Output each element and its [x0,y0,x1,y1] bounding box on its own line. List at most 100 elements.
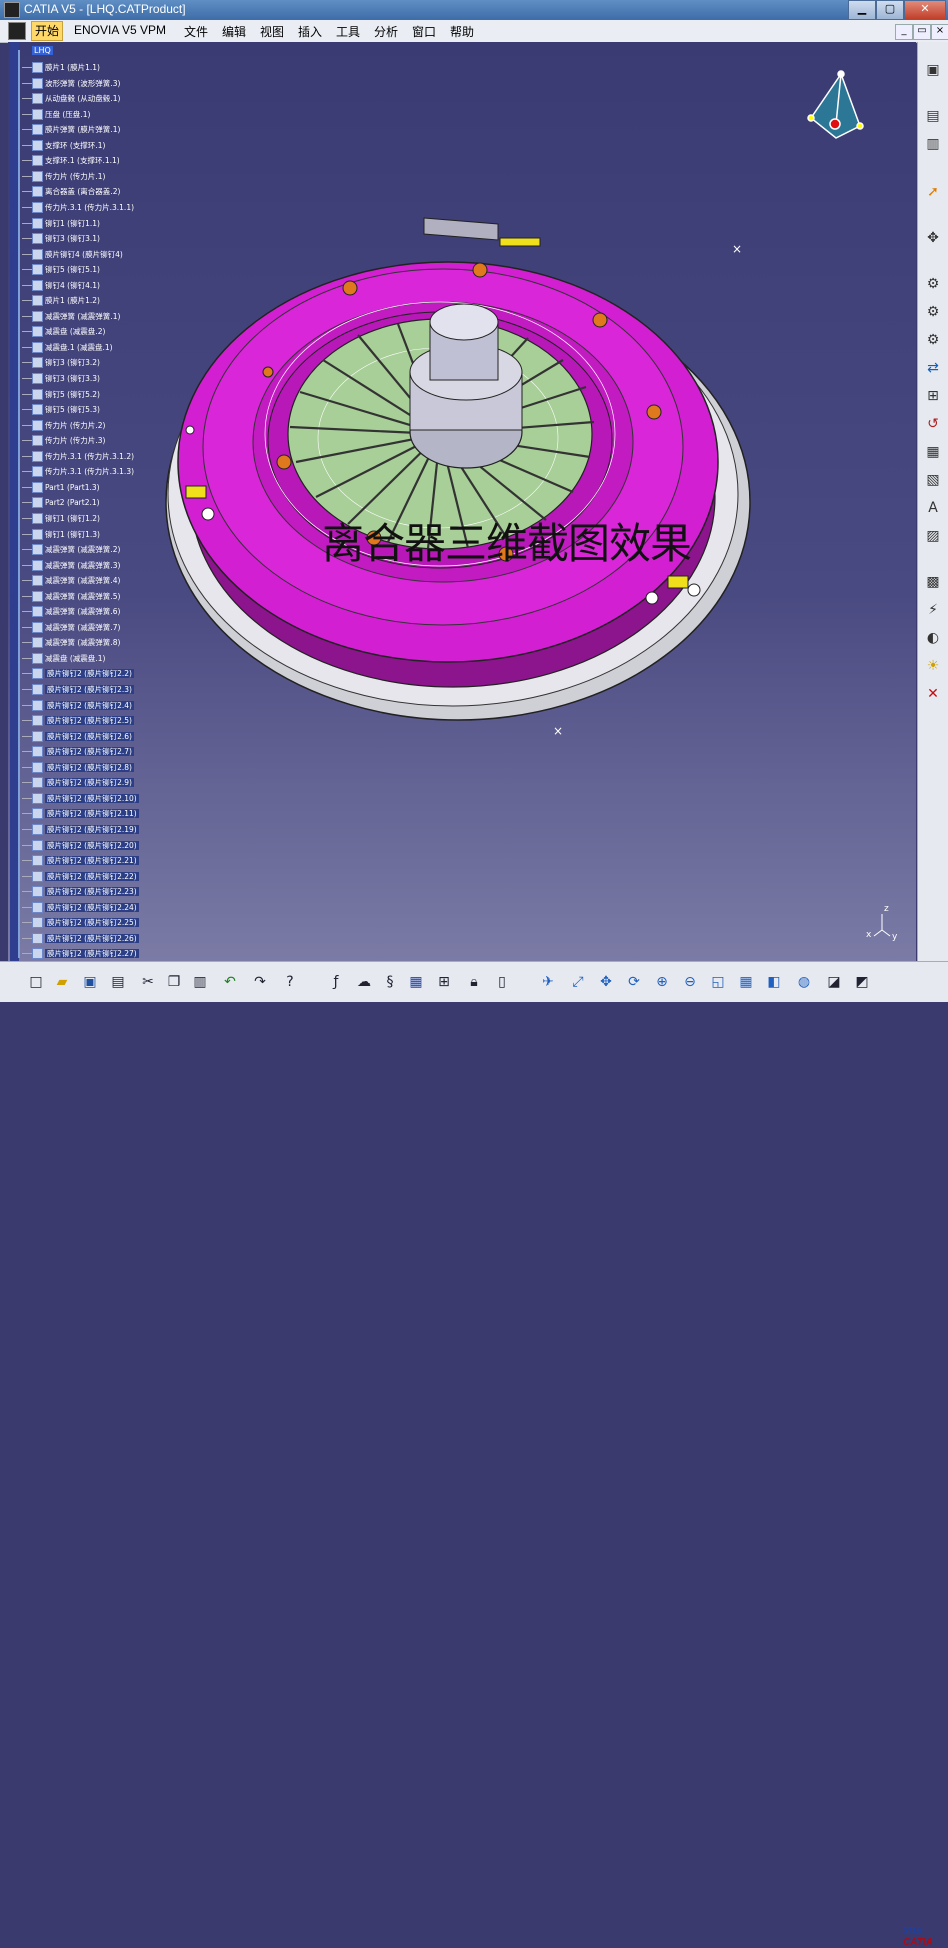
snap-icon[interactable]: ▥ [923,134,943,154]
tree-item[interactable]: 膜片铆钉2 (膜片铆钉2.21) [22,855,139,869]
menu-edit[interactable]: 编辑 [222,23,246,40]
replace-icon[interactable]: ⇄ [923,358,943,378]
redo-icon[interactable]: ↷ [250,972,270,992]
doc-restore-button[interactable]: ▭ [913,24,931,40]
tree-item[interactable]: 减震盘.1 (减震盘.1) [22,341,113,356]
tree-item[interactable]: 膜片铆钉2 (膜片铆钉2.23) [22,886,139,900]
tree-item[interactable]: 膜片铆钉2 (膜片铆钉2.6) [22,730,134,745]
tree-item[interactable]: 铆钉1 (铆钉1.1) [22,217,100,232]
tree-item[interactable]: 膜片铆钉2 (膜片铆钉2.20) [22,839,139,854]
insert-part-icon[interactable]: ⚙ [923,330,943,350]
save-icon[interactable]: ▣ [80,972,100,992]
formula-icon[interactable]: ƒ [326,972,346,992]
tree-item[interactable]: 减震弹簧 (减震弹簧.7) [22,621,120,636]
doc-close-button[interactable]: × [931,24,948,40]
document-icon[interactable] [8,22,26,40]
comment-icon[interactable]: ☁ [354,972,374,992]
menu-file[interactable]: 文件 [184,23,208,40]
tree-item[interactable]: 传力片 (传力片.3) [22,435,105,449]
reorder-icon[interactable]: ↺ [923,414,943,434]
tree-item[interactable]: 铆钉1 (铆钉1.2) [22,512,100,527]
tree-item[interactable]: 膜片铆钉4 (膜片铆钉4) [22,248,123,263]
fly-mode-icon[interactable]: ✈ [538,972,558,992]
maximize-button[interactable]: ▢ [876,0,904,20]
tree-item[interactable]: 膜片铆钉2 (膜片铆钉2.25) [22,917,139,931]
knowledge-icon[interactable]: § [380,972,400,992]
graph-tree-icon[interactable]: ⊞ [923,386,943,406]
tree-item[interactable]: 膜片铆钉2 (膜片铆钉2.2) [22,668,134,682]
tree-item[interactable]: 压盘 (压盘.1) [22,108,90,123]
tree-item[interactable]: 支撑环.1 (支撑环.1.1) [22,155,120,169]
scenes-icon[interactable]: ▩ [923,572,943,592]
paste-icon[interactable]: ▥ [190,972,210,992]
light-bulb-icon[interactable]: ☀ [923,656,943,676]
tree-item[interactable]: 膜片铆钉2 (膜片铆钉2.10) [22,792,139,807]
tree-item[interactable]: 减震弹簧 (减震弹簧.4) [22,575,120,589]
edit-icon[interactable]: ▤ [923,106,943,126]
tree-item[interactable]: 膜片铆钉2 (膜片铆钉2.8) [22,761,134,776]
no-show-icon[interactable]: ✕ [923,684,943,704]
hide-show-icon[interactable]: ◪ [824,972,844,992]
cut-icon[interactable]: ✂ [138,972,158,992]
tree-item[interactable]: 膜片铆钉2 (膜片铆钉2.9) [22,777,134,791]
tree-item[interactable]: 膜片铆钉2 (膜片铆钉2.19) [22,823,139,838]
tree-item[interactable]: 减震弹簧 (减震弹簧.2) [22,544,120,558]
menu-help[interactable]: 帮助 [450,23,474,40]
tree-item[interactable]: 减震盘 (减震盘.2) [22,326,105,340]
text-annotation-icon[interactable]: A [923,498,943,518]
catalog-icon[interactable]: ▯ [492,972,512,992]
tree-item[interactable]: 膜片弹簧 (膜片弹簧.1) [22,124,120,138]
menu-start[interactable]: 开始 [31,21,64,41]
tree-item[interactable]: 从动盘毂 (从动盘毂.1) [22,93,120,107]
iso-view-icon[interactable]: ◧ [764,972,784,992]
multi-instance-icon[interactable]: ▦ [923,442,943,462]
catia-app-icon[interactable] [4,2,20,18]
tree-item[interactable]: 减震盘 (减震盘.1) [22,652,105,667]
tree-item[interactable]: 支撑环 (支撑环.1) [22,139,105,154]
tree-item[interactable]: 减震弹簧 (减震弹簧.5) [22,590,120,605]
3d-viewport[interactable]: z x y × × 离合器三维截图效果 LHQ 膜片1 (膜片1.1) 波形弹簧 … [8,42,916,961]
new-icon[interactable]: □ [26,972,46,992]
close-button[interactable]: ✕ [904,0,946,20]
select-arrow-icon[interactable]: ➚ [923,182,943,202]
tree-item[interactable]: 传力片.3.1 (传力片.3.1.3) [22,466,134,480]
sectioning-icon[interactable]: ◐ [923,628,943,648]
menu-enovia[interactable]: ENOVIA V5 VPM [74,23,166,37]
whats-this-icon[interactable]: ? [280,972,300,992]
zoom-out-icon[interactable]: ⊖ [680,972,700,992]
rotate-icon[interactable]: ⟳ [624,972,644,992]
tree-item[interactable]: 传力片 (传力片.1) [22,170,105,185]
tree-item[interactable]: 传力片.3.1 (传力片.3.1.2) [22,450,134,465]
tree-item[interactable]: 膜片铆钉2 (膜片铆钉2.3) [22,684,134,698]
tree-root[interactable]: LHQ [32,46,53,55]
minimize-button[interactable]: ▁ [848,0,876,20]
tree-item[interactable]: 铆钉5 (铆钉5.2) [22,388,100,403]
tree-item[interactable]: 铆钉3 (铆钉3.1) [22,233,100,247]
lock-icon[interactable]: 🔒︎ [464,972,484,992]
copy-icon[interactable]: ❐ [164,972,184,992]
insert-component-icon[interactable]: ⚙ [923,274,943,294]
multi-view-icon[interactable]: ▦ [736,972,756,992]
open-icon[interactable]: ▰ [52,972,72,992]
tree-item[interactable]: 膜片铆钉2 (膜片铆钉2.5) [22,715,134,729]
tree-item[interactable]: 铆钉5 (铆钉5.1) [22,264,100,278]
tree-item[interactable]: 膜片铆钉2 (膜片铆钉2.7) [22,746,134,760]
tree-item[interactable]: 传力片.3.1 (传力片.3.1.1) [22,201,134,216]
undo-icon[interactable]: ↶ [220,972,240,992]
tree-item[interactable]: 膜片铆钉2 (膜片铆钉2.11) [22,808,139,822]
tree-item[interactable]: 离合器盖 (离合器盖.2) [22,186,120,200]
tree-item[interactable]: 膜片铆钉2 (膜片铆钉2.4) [22,699,134,714]
tree-item[interactable]: 传力片 (传力片.2) [22,419,105,434]
menu-window[interactable]: 窗口 [412,23,436,40]
specification-tree[interactable]: LHQ 膜片1 (膜片1.1) 波形弹簧 (波形弹簧.3) 从动盘毂 (从动盘毂.1… [8,42,183,961]
tree-item[interactable]: 膜片1 (膜片1.1) [22,62,100,76]
menu-tools[interactable]: 工具 [336,23,360,40]
print-icon[interactable]: ▤ [108,972,128,992]
clash-icon[interactable]: ⚡ [923,600,943,620]
graph-icon[interactable]: ⊞ [434,972,454,992]
tree-item[interactable]: 铆钉3 (铆钉3.2) [22,357,100,371]
tree-item[interactable]: 减震弹簧 (减震弹簧.1) [22,310,120,325]
tree-item[interactable]: 膜片1 (膜片1.2) [22,295,100,309]
tree-item[interactable]: 膜片铆钉2 (膜片铆钉2.27) [22,948,139,961]
move-icon[interactable]: ✥ [923,228,943,248]
